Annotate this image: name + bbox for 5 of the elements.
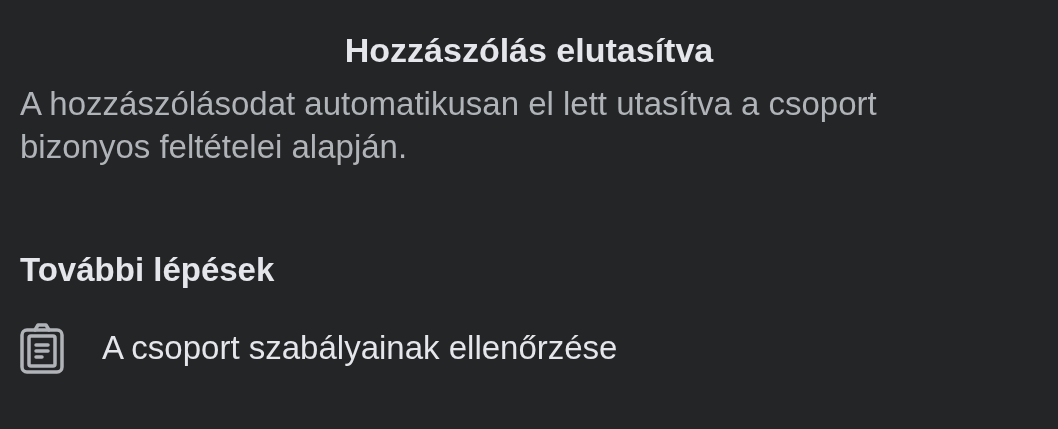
rules-link[interactable]: A csoport szabályainak ellenőrzése [102,326,618,370]
section-heading: További lépések [20,250,275,290]
clipboard-icon [20,322,64,374]
message-text: A hozzászólásodat automatikusan el lett utasítva a csoport bizonyos feltételei alapján. [20,84,878,167]
dialog-title: Hozzászólás elutasítva [344,30,714,71]
